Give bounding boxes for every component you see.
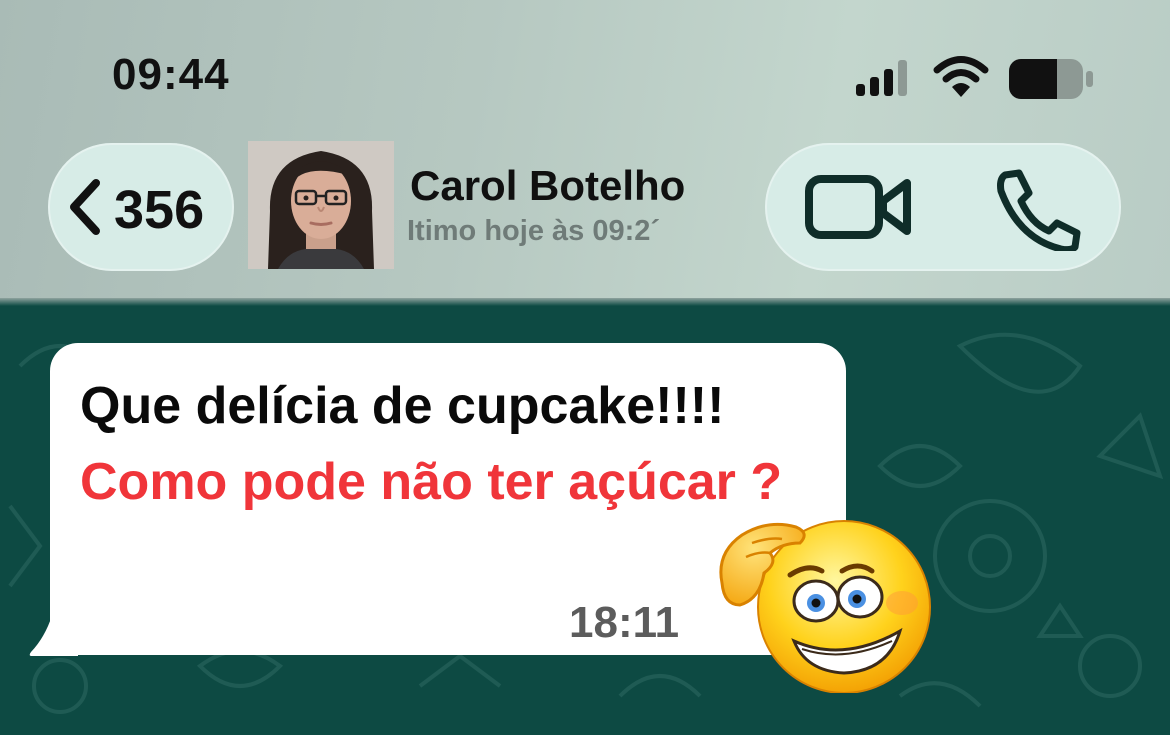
- video-camera-icon[interactable]: [803, 171, 915, 243]
- wifi-icon: [933, 56, 989, 97]
- chevron-left-icon: [70, 179, 100, 235]
- call-actions: [765, 143, 1121, 271]
- message-text-black: Que delícia de cupcake!!!!: [80, 377, 725, 435]
- header-divider: [0, 298, 1170, 306]
- message-text: Que delícia de cupcake!!!! Como pode não…: [80, 368, 820, 520]
- phone-icon[interactable]: [991, 167, 1083, 251]
- contact-name[interactable]: Carol Botelho: [410, 162, 685, 210]
- battery-icon: [1009, 59, 1093, 99]
- message-text-red: Como pode não ter açúcar ?: [80, 453, 783, 511]
- back-button[interactable]: 356: [48, 143, 234, 271]
- signal-icon: [856, 60, 907, 96]
- status-bar-time: 09:44: [112, 50, 230, 99]
- message-timestamp: 18:11: [569, 598, 680, 647]
- last-seen-status: Itimo hoje às 09:2´: [407, 215, 661, 247]
- unread-count: 356: [114, 180, 205, 240]
- thinking-worried-emoji-icon: [719, 520, 931, 693]
- chat-header: 09:44 356 Carol Botelho Itimo hoje às 09…: [0, 0, 1170, 300]
- avatar[interactable]: [248, 141, 394, 269]
- contact-photo: [248, 141, 394, 269]
